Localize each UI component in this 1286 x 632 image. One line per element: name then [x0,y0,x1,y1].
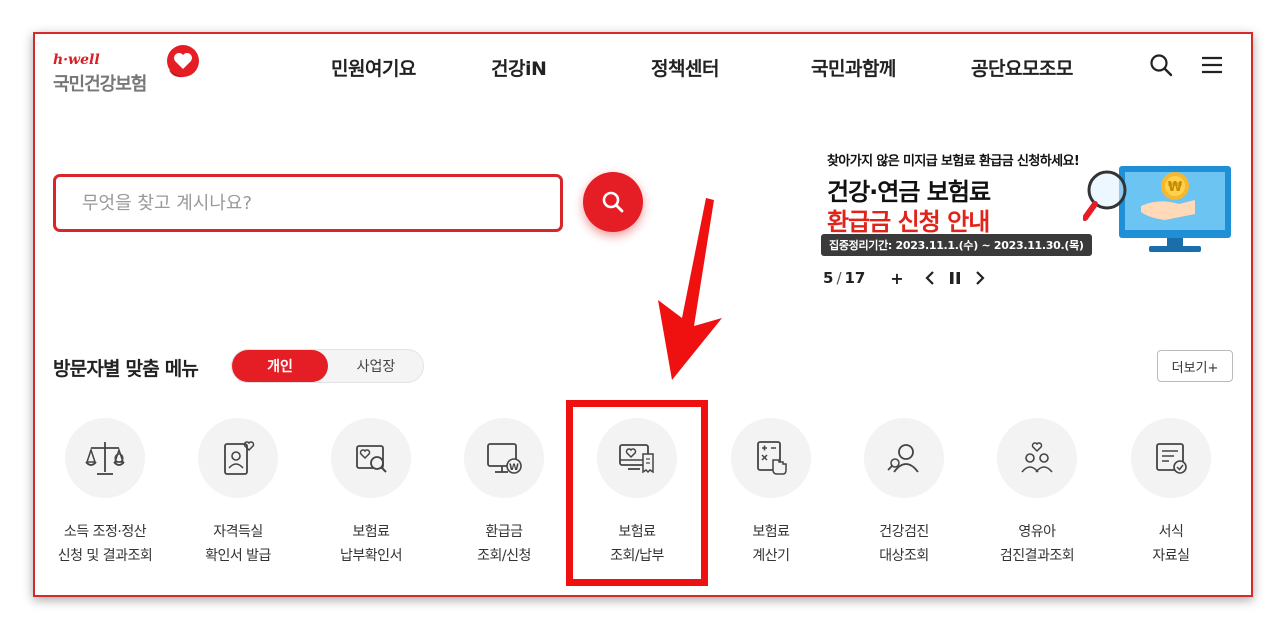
pause-icon[interactable] [943,268,967,288]
toggle-business[interactable]: 사업장 [328,350,424,382]
monitor-won-icon: W [487,443,522,474]
search-input[interactable] [56,177,560,229]
menu-item-payment-cert[interactable]: 보험료납부확인서 [306,418,436,568]
banner-counter: 5/17 [823,269,866,287]
global-nav: 민원여기요 건강iN 정책센터 국민과함께 공단요모조모 [35,54,1251,81]
menu-label-line1: 영유아 [1018,524,1056,540]
menu-label-line2: 확인서 발급 [205,548,271,564]
hamburger-menu-icon[interactable] [1199,52,1225,78]
toggle-personal[interactable]: 개인 [232,350,328,382]
person-search-icon [887,444,919,473]
menu-label-line2: 조회/납부 [610,548,664,564]
prev-chevron-icon[interactable] [919,268,943,288]
search-icon[interactable] [1148,52,1174,78]
menu-label-line2: 자료실 [1152,548,1190,564]
search-button[interactable] [583,172,643,232]
menu-label-line1: 보험료 [752,524,790,540]
menu-item-refund[interactable]: W 환급금조회/신청 [439,418,569,568]
nav-item-health-in[interactable]: 건강iN [491,54,547,81]
menu-label-line2: 납부확인서 [340,548,402,564]
promo-banner[interactable]: 찾아가지 않은 미지급 보험료 환급금 신청하세요! 건강·연금 보험료 환급금… [821,150,1235,260]
menu-label-line2: 검진결과조회 [999,548,1075,564]
scale-icon [85,442,125,475]
menu-item-forms[interactable]: 서식자료실 [1106,418,1236,568]
menu-label-line1: 환급금 [485,524,523,540]
banner-period: 집중정리기간: 2023.11.1.(수) ~ 2023.11.30.(목) [821,234,1092,256]
svg-text:₩: ₩ [1168,180,1183,195]
menu-label-line1: 소득 조정·정산 [63,524,147,540]
nav-item-about[interactable]: 공단요모조모 [971,54,1073,81]
menu-label-line2: 조회/신청 [477,548,531,564]
nav-item-policy[interactable]: 정책센터 [651,54,719,81]
monitor-receipt-icon [619,444,654,474]
visitor-type-toggle: 개인 사업장 [231,349,424,383]
menu-label-line1: 건강검진 [879,524,929,540]
menu-label-line2: 대상조회 [879,548,929,564]
menu-label-line1: 자격득실 [213,524,263,540]
menu-item-income-adjust[interactable]: 소득 조정·정산신청 및 결과조회 [40,418,170,568]
menu-label-line1: 보험료 [352,524,390,540]
menu-label-line1: 서식 [1158,524,1184,540]
menu-label-line2: 신청 및 결과조회 [57,548,153,564]
banner-top-text: 찾아가지 않은 미지급 보험료 환급금 신청하세요! [827,154,1080,169]
more-button[interactable]: 더보기+ [1157,350,1233,382]
banner-plus-button[interactable]: + [885,268,909,288]
next-chevron-icon[interactable] [967,268,991,288]
nav-item-civil[interactable]: 민원여기요 [331,54,416,81]
menu-item-eligibility-cert[interactable]: 자격득실확인서 발급 [173,418,303,568]
menu-item-calculator[interactable]: 보험료계산기 [706,418,836,568]
banner-pager: 5/17 + [823,268,991,288]
id-card-heart-icon [224,441,255,475]
monitor-coin-illustration-icon: ₩ [1083,166,1231,252]
search-icon [602,191,624,213]
banner-line2: 환급금 신청 안내 [827,208,990,236]
visitor-menu-title: 방문자별 맞춤 메뉴 [53,358,199,380]
menu-item-infant-checkup[interactable]: 영유아검진결과조회 [972,418,1102,568]
family-heart-icon [1021,442,1053,473]
menu-item-premium-payment[interactable]: 보험료조회/납부 [572,418,702,568]
menu-label-line2: 계산기 [752,548,790,564]
calculator-icon [757,441,787,475]
page-frame: h·well 국민건강보험 민원여기요 건강iN 정책센터 국민과함께 공단요모… [33,32,1253,597]
nav-item-with-people[interactable]: 국민과함께 [811,54,896,81]
document-search-icon [356,445,387,473]
menu-label-line1: 보험료 [618,524,656,540]
svg-text:W: W [509,463,519,473]
menu-item-checkup-target[interactable]: 건강검진대상조회 [839,418,969,568]
search-box [53,174,563,232]
form-document-icon [1156,443,1187,474]
